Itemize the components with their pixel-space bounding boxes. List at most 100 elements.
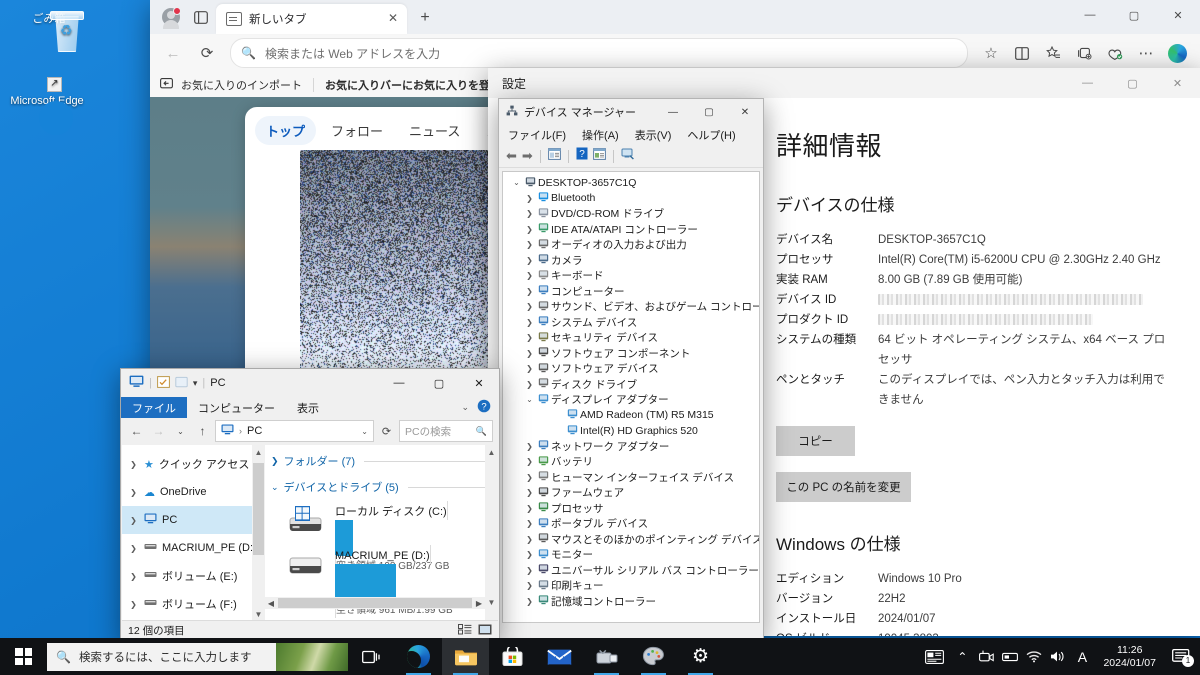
reload-icon[interactable]: ⟳ [192,38,222,68]
device-tree-node[interactable]: ❯ バッテリ [503,454,759,470]
paint-taskbar-icon[interactable] [630,638,677,675]
navigation-pane-scrollbar[interactable]: ▲ ▼ [252,445,265,621]
customize-dropdown-icon[interactable]: ▾ [193,378,198,389]
edge-taskbar-icon[interactable] [395,638,442,675]
nav-item-macrium-pe[interactable]: ❯ MACRIUM_PE (D:) [122,534,252,562]
chevron-right-icon[interactable]: ❯ [523,349,536,358]
minimize-button[interactable]: — [655,99,691,125]
explorer-file-pane[interactable]: ❯ フォルダー (7) ⌄ デバイスとドライブ (5) ローカル ディスク (C… [265,445,485,621]
new-folder-icon[interactable] [175,376,188,391]
up-icon[interactable]: ↑ [193,421,212,441]
device-tree-node[interactable]: ❯ Bluetooth [503,191,759,207]
device-tree-node[interactable]: Intel(R) HD Graphics 520 [503,423,759,439]
help-icon[interactable]: ? [576,147,588,165]
chevron-right-icon[interactable]: ❯ [523,240,536,249]
wifi-icon[interactable] [1022,638,1046,675]
chevron-down-icon[interactable]: ⌄ [361,427,368,436]
scan-hardware-icon[interactable] [593,147,606,165]
group-header-folders[interactable]: ❯ フォルダー (7) [271,451,485,471]
scrollbar-thumb[interactable] [253,463,264,555]
close-button[interactable]: ✕ [1156,0,1200,30]
scroll-right-icon[interactable]: ▶ [473,599,485,608]
menu-help[interactable]: ヘルプ(H) [687,127,735,143]
chevron-right-icon[interactable]: ❯ [523,519,536,528]
snipping-tool-taskbar-icon[interactable] [583,638,630,675]
search-input[interactable]: PCの検索 🔍 [399,420,493,442]
news-and-interests-icon[interactable] [918,638,950,675]
close-button[interactable]: ✕ [459,369,499,397]
explorer-title-bar[interactable]: | ▾ | PC — ▢ ✕ [121,369,499,397]
device-tree-node[interactable]: AMD Radeon (TM) R5 M315 [503,408,759,424]
device-tree-node[interactable]: ❯ コンピューター [503,284,759,300]
back-icon[interactable]: ← [158,38,188,68]
file-explorer-window[interactable]: | ▾ | PC — ▢ ✕ ファイル コンピューター 表示 ⌄ ? ← → ⌄… [120,368,500,642]
taskbar-search-box[interactable]: 🔍 検索するには、ここに入力します [47,643,348,671]
chevron-right-icon[interactable]: ❯ [523,194,536,203]
menu-action[interactable]: 操作(A) [582,127,619,143]
volume-icon[interactable] [1046,638,1070,675]
nav-item-onedrive[interactable]: ❯ ☁ OneDrive [122,478,252,506]
chevron-right-icon[interactable]: ❯ [523,504,536,513]
system-tray[interactable]: ⌃ A 11:26 2024/01/07 1 [918,638,1200,675]
device-tree-node[interactable]: ❯ ポータブル デバイス [503,516,759,532]
device-tree-node[interactable]: ❯ カメラ [503,253,759,269]
chevron-right-icon[interactable]: ❯ [523,457,536,466]
tab-actions-icon[interactable] [188,4,214,30]
chevron-right-icon[interactable]: ❯ [523,302,536,311]
maximize-button[interactable]: ▢ [691,99,727,125]
maximize-button[interactable]: ▢ [1112,0,1156,30]
device-tree-node[interactable]: ❯ 印刷キュー [503,578,759,594]
chevron-right-icon[interactable]: ❯ [523,442,536,451]
chevron-right-icon[interactable]: ❯ [523,566,536,575]
scroll-left-icon[interactable]: ◀ [265,599,277,608]
chevron-right-icon[interactable]: ❯ [523,550,536,559]
chevron-down-icon[interactable]: ⌄ [271,482,279,493]
edge-window-controls[interactable]: — ▢ ✕ [1068,0,1200,30]
browser-tab[interactable]: 新しいタブ ✕ [216,4,407,34]
properties-icon[interactable] [157,376,170,391]
ribbon-tab-computer[interactable]: コンピューター [187,397,286,418]
device-tree-node[interactable]: ❯サウンド、ビデオ、およびゲーム コントローラー [503,299,759,315]
chevron-right-icon[interactable]: ❯ [523,287,536,296]
explorer-ribbon-tabs[interactable]: ファイル コンピューター 表示 ⌄ ? [121,397,499,418]
device-tree-node[interactable]: ❯ 記憶域コントローラー [503,594,759,610]
back-arrow-icon[interactable]: ⬅ [506,148,517,164]
explorer-main[interactable]: ❯ ★ クイック アクセス ❯ ☁ OneDrive ❯ PC ❯ MACRIUM_PE (… [122,445,498,621]
address-bar[interactable]: 🔍 検索または Web アドレスを入力 [230,38,968,68]
refresh-icon[interactable]: ⟳ [377,421,396,441]
edge-toolbar-actions[interactable]: ☆ ⋯ [976,38,1192,68]
nav-item-volume-e[interactable]: ❯ ボリューム (E:) [122,562,252,590]
microsoft-store-taskbar-icon[interactable] [489,638,536,675]
chevron-down-icon[interactable]: ⌄ [523,395,536,404]
mail-taskbar-icon[interactable] [536,638,583,675]
explorer-window-controls[interactable]: — ▢ ✕ [379,369,499,397]
import-favorites-label[interactable]: お気に入りのインポート [181,77,302,93]
nav-item-quick-access[interactable]: ❯ ★ クイック アクセス [122,450,252,478]
forward-icon[interactable]: → [149,421,168,441]
nav-item-volume-f[interactable]: ❯ ボリューム (F:) [122,590,252,618]
split-screen-icon[interactable] [1007,38,1037,68]
desktop-icon-recycle-bin[interactable]: ♻ ごみ箱 [4,10,94,26]
chevron-right-icon[interactable]: ❯ [523,597,536,606]
breadcrumb[interactable]: › PC ⌄ [215,420,374,442]
device-tree-node[interactable]: ❯ DVD/CD-ROM ドライブ [503,206,759,222]
settings-title-bar[interactable]: 設定 — ▢ ✕ [488,68,1200,98]
device-tree-node[interactable]: ❯ ヒューマン インターフェイス デバイス [503,470,759,486]
device-tree-node[interactable]: ❯ ソフトウェア コンポーネント [503,346,759,362]
copilot-icon[interactable] [1162,38,1192,68]
device-tree-node[interactable]: ⌄ DESKTOP-3657C1Q [503,175,759,191]
close-button[interactable]: ✕ [1155,68,1200,98]
taskbar[interactable]: 🔍 検索するには、ここに入力します ⚙ ⌃ A 11:26 2024/01/07… [0,638,1200,675]
settings-window-controls[interactable]: — ▢ ✕ [1065,68,1200,98]
chevron-right-icon[interactable]: ❯ [523,271,536,280]
device-manager-title-bar[interactable]: デバイス マネージャー — ▢ ✕ [499,99,763,125]
scroll-down-icon[interactable]: ▼ [485,595,498,609]
large-icons-view-icon[interactable] [478,624,492,638]
task-view-icon[interactable] [348,638,395,675]
properties-icon[interactable] [548,147,561,165]
more-icon[interactable]: ⋯ [1131,38,1161,68]
details-view-icon[interactable] [458,624,472,638]
device-tree-node[interactable]: ❯ ユニバーサル シリアル バス コントローラー [503,563,759,579]
chevron-right-icon[interactable]: ❯ [523,225,536,234]
menu-file[interactable]: ファイル(F) [508,127,566,143]
